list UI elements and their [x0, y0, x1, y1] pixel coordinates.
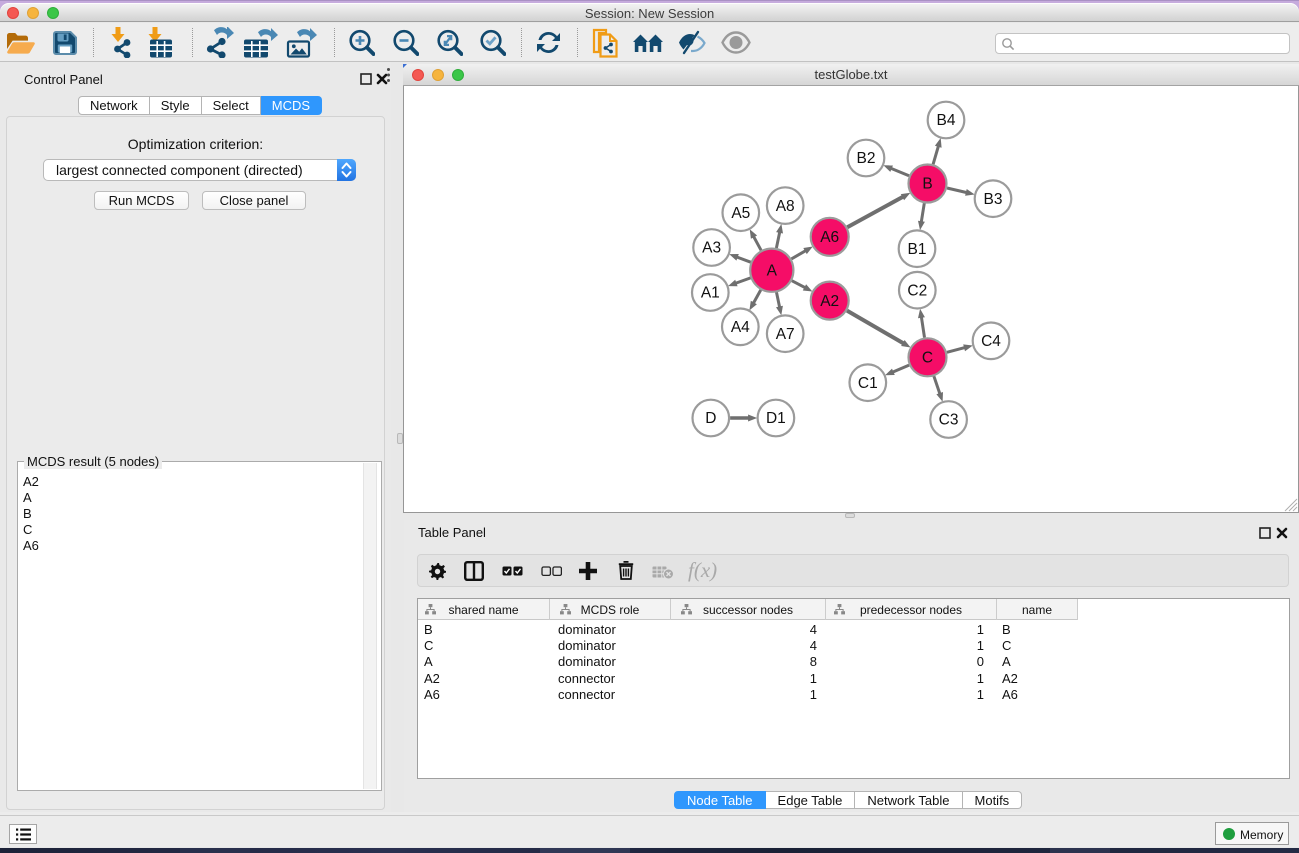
svg-text:B2: B2	[857, 150, 876, 167]
svg-text:A: A	[767, 262, 778, 279]
svg-text:C3: C3	[939, 412, 959, 429]
svg-text:A5: A5	[731, 205, 750, 222]
svg-text:A3: A3	[702, 240, 721, 257]
svg-text:B3: B3	[984, 191, 1003, 208]
svg-text:A1: A1	[701, 285, 720, 302]
svg-text:C4: C4	[981, 333, 1001, 350]
svg-text:C1: C1	[858, 375, 878, 392]
svg-text:B4: B4	[937, 112, 956, 129]
svg-text:D1: D1	[766, 410, 786, 427]
svg-text:D: D	[705, 410, 716, 427]
svg-text:A4: A4	[731, 319, 750, 336]
svg-text:A7: A7	[776, 326, 795, 343]
svg-text:A8: A8	[776, 198, 795, 215]
svg-text:A2: A2	[820, 293, 839, 310]
svg-text:B1: B1	[908, 241, 927, 258]
svg-text:C: C	[922, 350, 933, 367]
svg-text:C2: C2	[907, 282, 927, 299]
svg-text:A6: A6	[820, 229, 839, 246]
svg-text:B: B	[922, 176, 932, 193]
